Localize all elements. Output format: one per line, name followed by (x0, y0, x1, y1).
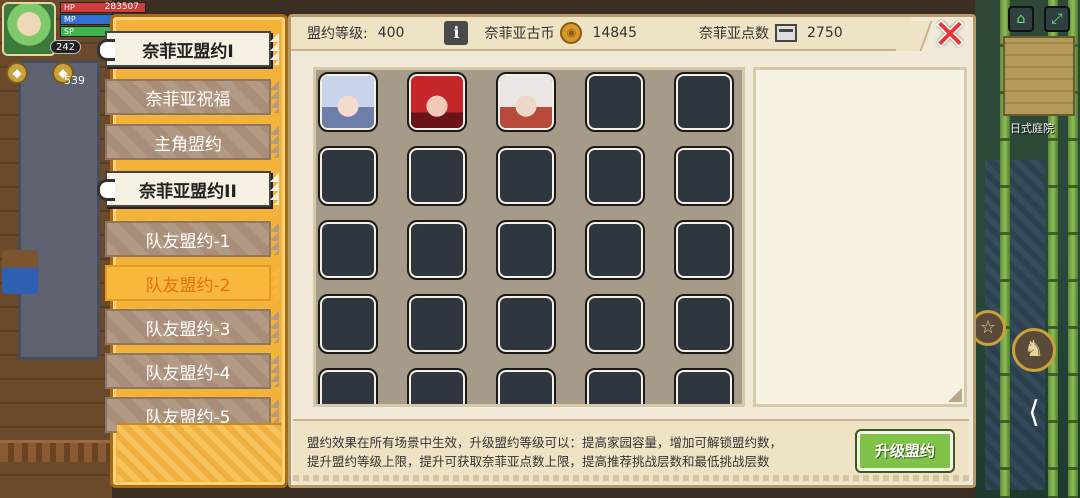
slot-character-1[interactable] (318, 72, 378, 132)
hp-bar: HP 283507 (60, 2, 146, 13)
character-portrait (322, 76, 374, 128)
character-portrait (411, 76, 463, 128)
tab-label: 主角盟约 (154, 134, 222, 155)
points-value: 2750 (807, 25, 843, 41)
tab-label: 队友盟约-2 (145, 275, 231, 296)
rail-decoration (117, 423, 281, 481)
slot-empty[interactable] (585, 146, 645, 206)
description-text: 盟约效果在所有场景中生效，升级盟约等级可以：提高家园容量，增加可解锁盟约数， 提… (307, 433, 847, 471)
pact-nav-rail: 奈菲亚盟约I 奈菲亚祝福 主角盟约 奈菲亚盟约II 队友盟约-1 队友盟约-2 … (97, 14, 288, 488)
character-portrait (500, 76, 552, 128)
tab-nephia-blessing[interactable]: 奈菲亚祝福 (105, 79, 279, 115)
slot-empty[interactable] (407, 220, 467, 280)
coin-value: 14845 (592, 25, 637, 41)
pact-level-value: 400 (377, 25, 405, 41)
network-icon[interactable]: ⌂ (1008, 6, 1034, 32)
slot-empty[interactable] (585, 72, 645, 132)
mp-label: MP (64, 15, 76, 24)
slot-empty[interactable] (674, 72, 734, 132)
minimap[interactable] (1003, 36, 1075, 116)
tab-label: 奈菲亚祝福 (145, 89, 231, 110)
pact-panel: 盟约等级: 400 i 奈菲亚古币 ◉ 14845 奈菲亚点数 2750 盟约效… (288, 14, 976, 488)
pact-detail-box (753, 67, 967, 407)
description-box: 盟约效果在所有场景中生效，升级盟约等级可以：提高家园容量，增加可解锁盟约数， 提… (293, 419, 969, 483)
minimap-location-label: 日式庭院 (1010, 122, 1054, 135)
slot-empty[interactable] (407, 294, 467, 354)
tab-label: 队友盟约-1 (145, 231, 231, 252)
wooden-fence (0, 440, 112, 462)
points-card-icon (775, 24, 797, 42)
tab-nephia-pact-1[interactable]: 奈菲亚盟约I (97, 31, 279, 67)
knight-chess-icon[interactable]: ♞ (1012, 328, 1056, 372)
tab-teammate-pact-4[interactable]: 队友盟约-4 (105, 353, 279, 389)
stone-wall (18, 60, 100, 360)
hook-icon (97, 39, 115, 61)
slot-empty[interactable] (318, 220, 378, 280)
slot-empty[interactable] (674, 220, 734, 280)
sp-label: SP (64, 27, 74, 36)
slot-empty[interactable] (674, 294, 734, 354)
slot-empty[interactable] (407, 146, 467, 206)
slot-empty[interactable] (496, 368, 556, 404)
expand-icon[interactable]: ⤢ (1044, 6, 1070, 32)
slot-empty[interactable] (407, 368, 467, 404)
coin-label: 奈菲亚古币 (484, 26, 555, 42)
slot-character-3[interactable] (496, 72, 556, 132)
slot-empty[interactable] (585, 368, 645, 404)
tab-teammate-pact-3[interactable]: 队友盟约-3 (105, 309, 279, 345)
tab-teammate-pact-1[interactable]: 队友盟约-1 (105, 221, 279, 257)
medal-icon[interactable]: ◆ (6, 62, 28, 84)
hp-value: 283507 (104, 2, 139, 12)
points-label: 奈菲亚点数 (699, 26, 769, 42)
coin-icon: ◉ (560, 22, 583, 44)
description-line: 盟约效果在所有场景中生效，升级盟约等级可以：提高家园容量，增加可解锁盟约数， (307, 435, 783, 450)
tab-protagonist-pact[interactable]: 主角盟约 (105, 124, 279, 160)
slot-empty[interactable] (318, 368, 378, 404)
slot-empty[interactable] (585, 220, 645, 280)
share-icon[interactable]: ⟨ (1012, 394, 1056, 438)
description-line: 提升盟约等级上限，提升可获取奈菲亚点数上限，提高推荐挑战层数和最低挑战层数 (307, 454, 770, 469)
slot-empty[interactable] (674, 368, 734, 404)
hp-label: HP (64, 3, 75, 12)
slot-empty[interactable] (496, 294, 556, 354)
close-button[interactable]: ✕ (932, 15, 968, 55)
tab-teammate-pact-2[interactable]: 队友盟约-2 (105, 265, 279, 301)
slot-empty[interactable] (496, 220, 556, 280)
info-icon[interactable]: i (444, 21, 469, 45)
tab-label: 队友盟约-3 (145, 319, 231, 340)
slot-empty[interactable] (318, 146, 378, 206)
badge-count: 539 (64, 74, 85, 87)
slot-empty[interactable] (674, 146, 734, 206)
slot-empty[interactable] (496, 146, 556, 206)
pact-slot-grid-area[interactable] (313, 67, 745, 407)
slot-character-2[interactable] (407, 72, 467, 132)
pact-slot-grid (318, 72, 734, 404)
description-border-decoration (293, 475, 969, 481)
panel-header: 盟约等级: 400 i 奈菲亚古币 ◉ 14845 奈菲亚点数 2750 (291, 17, 911, 51)
tab-label: 奈菲亚盟约I (142, 41, 234, 62)
tab-label: 队友盟约-4 (145, 363, 231, 384)
slot-empty[interactable] (585, 294, 645, 354)
player-portrait[interactable] (2, 2, 56, 56)
tab-label: 奈菲亚盟约II (139, 181, 237, 202)
tab-nephia-pact-2[interactable]: 奈菲亚盟约II (97, 171, 279, 207)
player-level: 242 (50, 40, 82, 54)
pact-level-label: 盟约等级: (307, 26, 368, 42)
upgrade-pact-button[interactable]: 升级盟约 (855, 429, 955, 473)
slot-empty[interactable] (318, 294, 378, 354)
hook-icon (97, 179, 115, 201)
npc-sprite (2, 250, 38, 294)
